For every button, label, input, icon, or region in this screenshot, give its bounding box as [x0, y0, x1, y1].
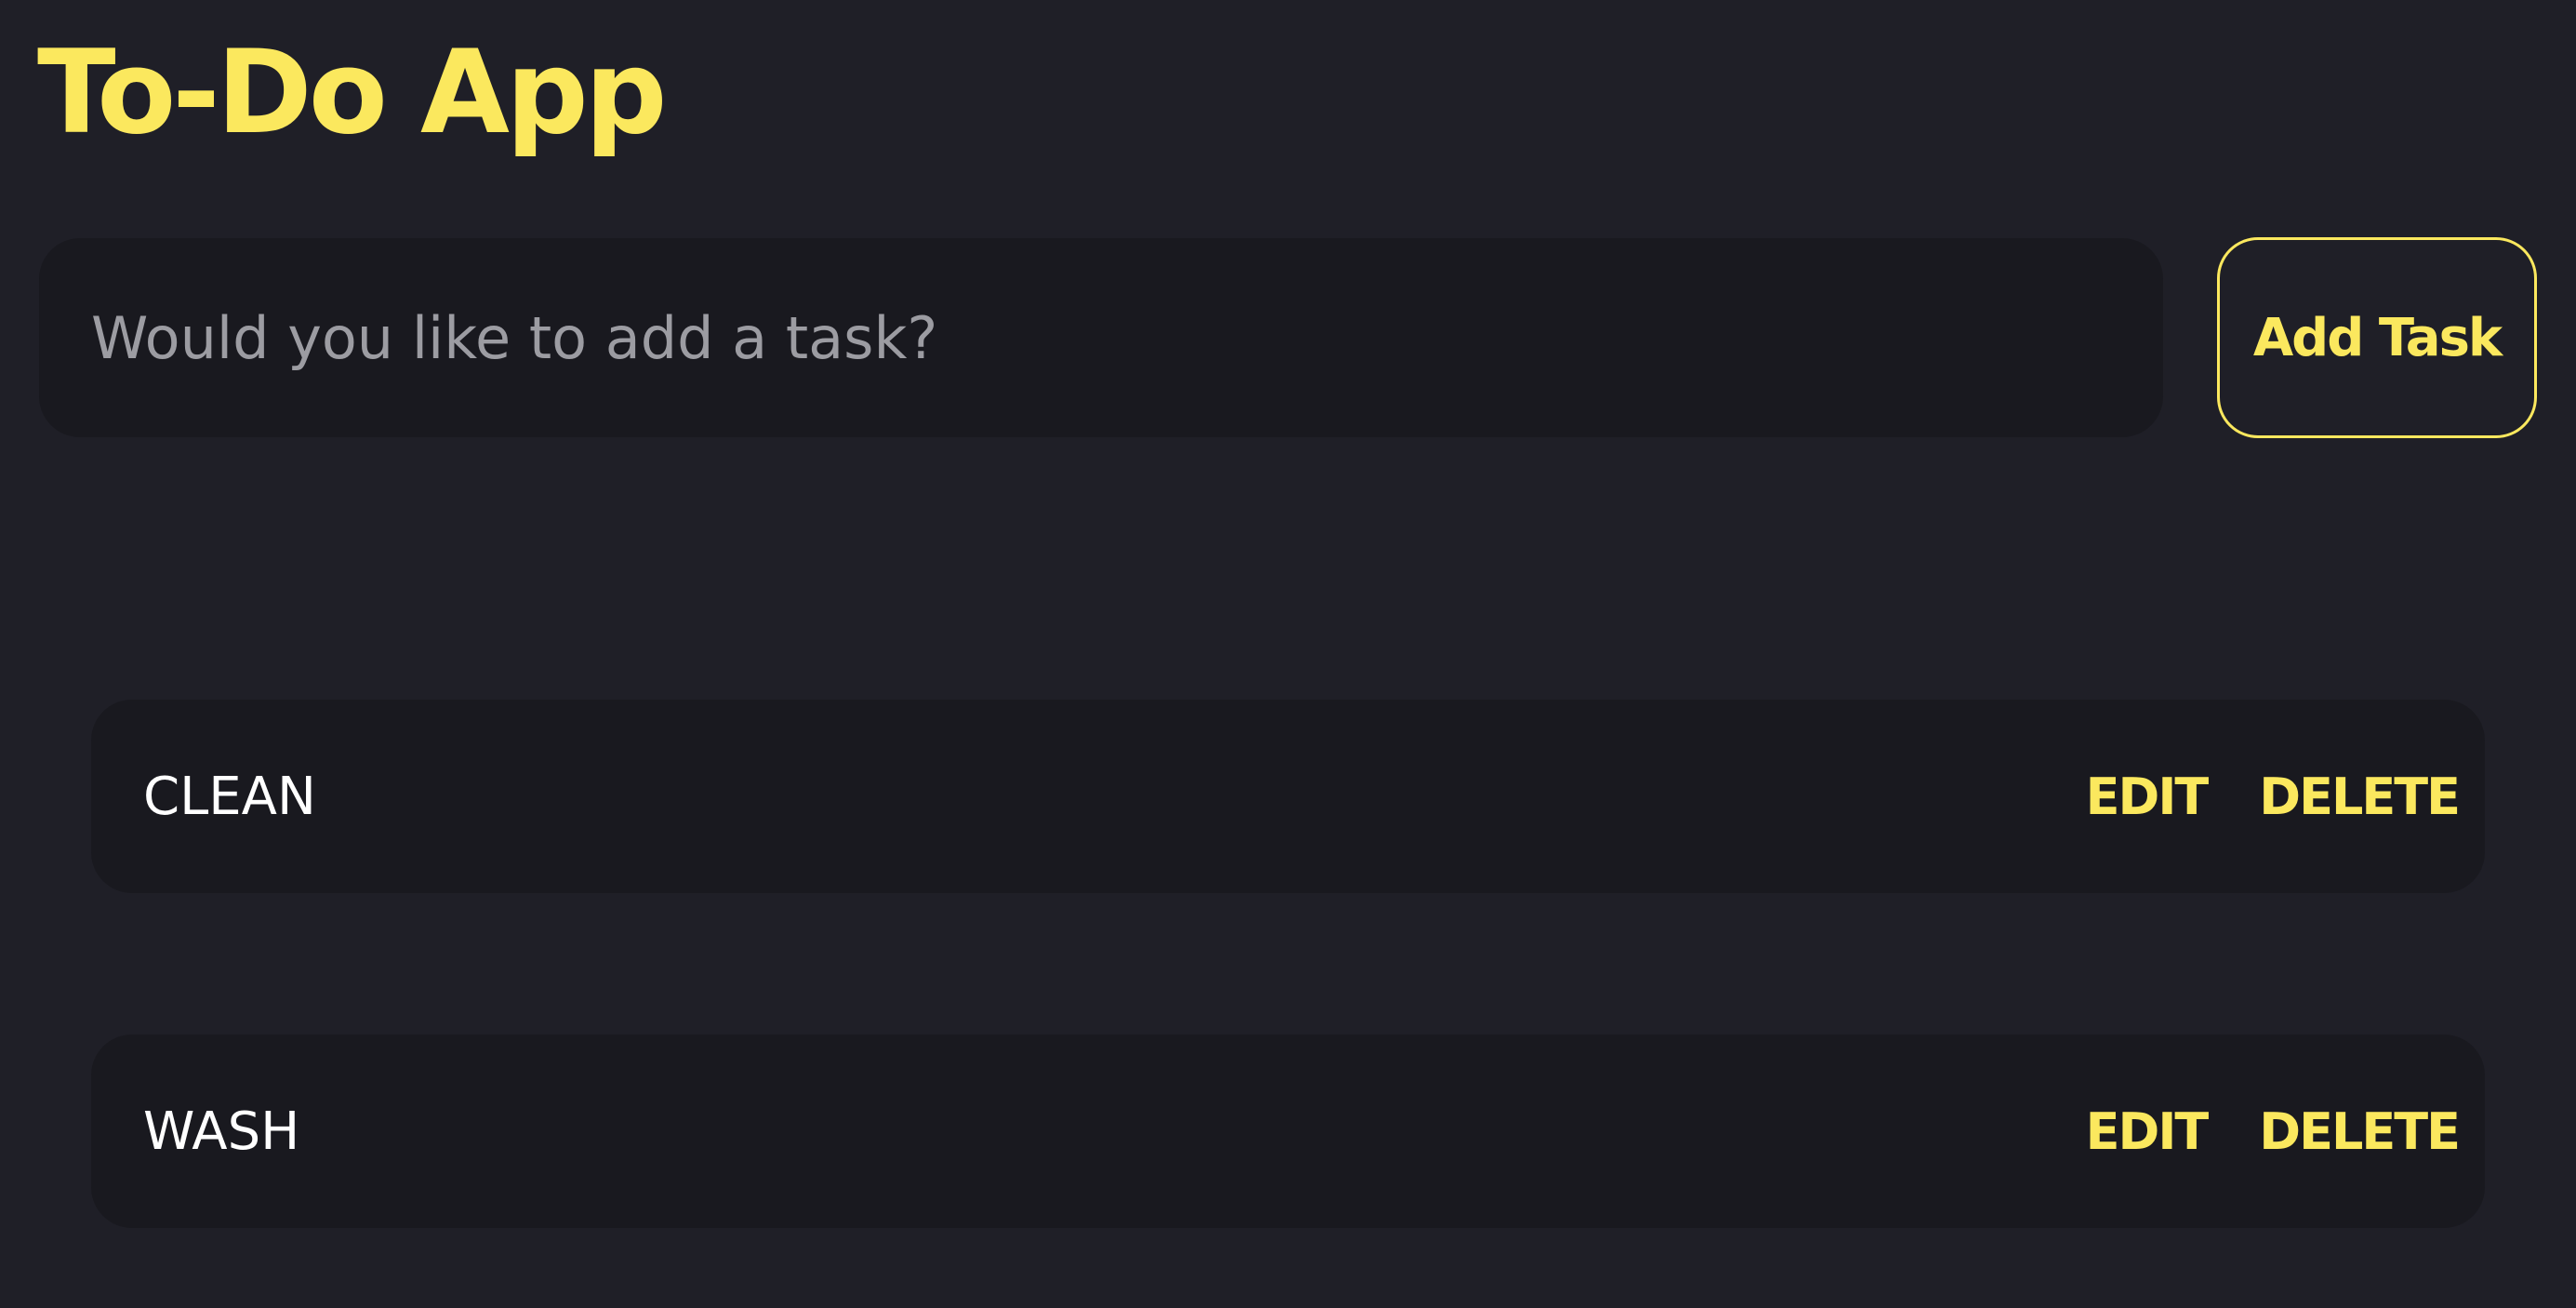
task-text: CLEAN	[143, 766, 316, 827]
task-text: WASH	[143, 1101, 300, 1162]
edit-task-button[interactable]: EDIT	[2086, 1102, 2210, 1161]
todo-app: To-Do App Add Task CLEAN EDIT DELETE WAS…	[0, 0, 2576, 1308]
new-task-input[interactable]	[39, 238, 2163, 437]
add-task-button[interactable]: Add Task	[2217, 237, 2537, 438]
page-title: To-Do App	[37, 26, 668, 160]
delete-task-button[interactable]: DELETE	[2259, 1102, 2461, 1161]
task-item: CLEAN EDIT DELETE	[91, 700, 2485, 893]
task-list: CLEAN EDIT DELETE WASH EDIT DELETE	[91, 700, 2485, 1308]
task-item: WASH EDIT DELETE	[91, 1034, 2485, 1228]
delete-task-button[interactable]: DELETE	[2259, 767, 2461, 826]
edit-task-button[interactable]: EDIT	[2086, 767, 2210, 826]
